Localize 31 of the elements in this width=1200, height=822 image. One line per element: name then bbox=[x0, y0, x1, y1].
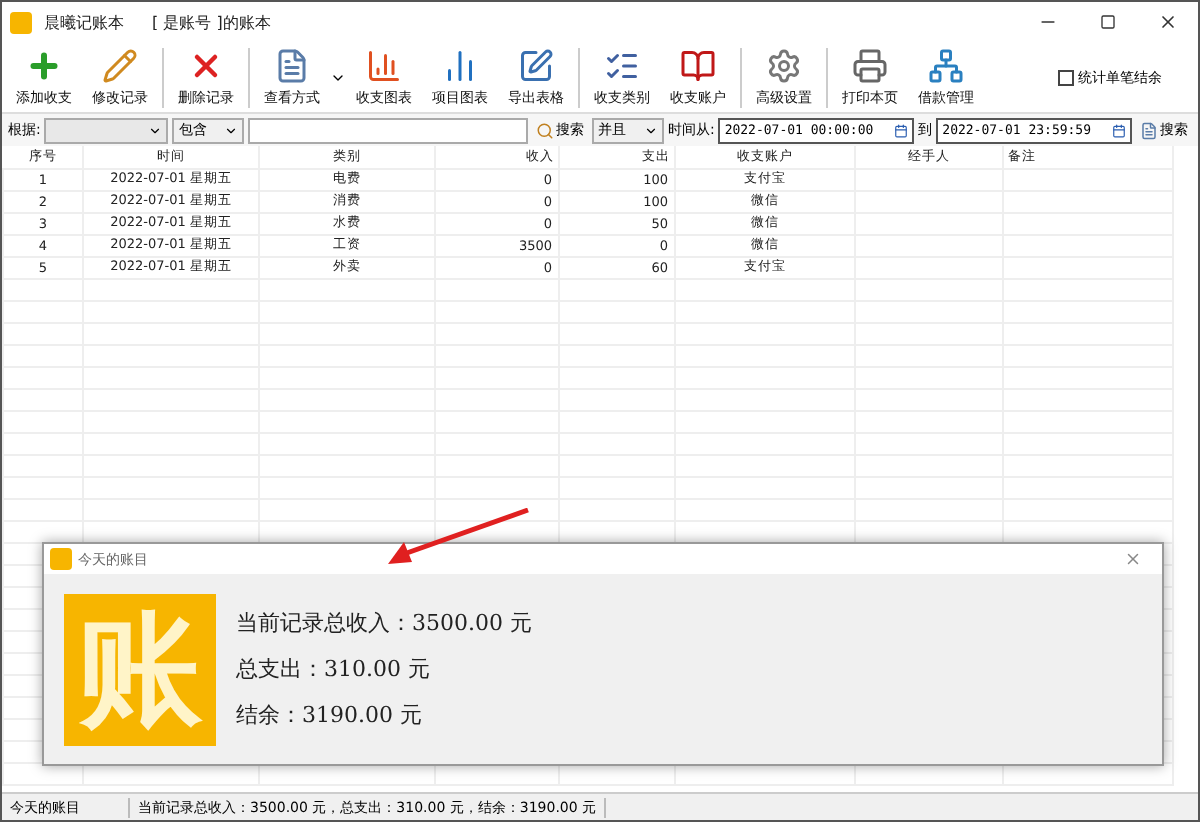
bar-chart-icon bbox=[366, 47, 402, 83]
summary-line: 当前记录总收入：3500.00 元 bbox=[236, 608, 532, 638]
edit-form-icon bbox=[518, 47, 554, 83]
close-icon bbox=[1123, 550, 1141, 568]
calendar-icon bbox=[894, 123, 909, 137]
bar-chart-icon bbox=[442, 47, 478, 83]
calendar-icon bbox=[1112, 123, 1126, 137]
logo-character: 账 bbox=[64, 593, 216, 745]
plus-icon bbox=[26, 47, 62, 83]
chevron-down-icon bbox=[224, 123, 239, 137]
document-search-icon bbox=[1140, 121, 1158, 139]
close-icon bbox=[1158, 12, 1178, 32]
chevron-down-icon bbox=[643, 123, 658, 137]
summary-line: 结余：3190.00 元 bbox=[236, 700, 424, 730]
app-title: 晨曦记账本 bbox=[44, 11, 124, 33]
book-title: [ 是账号 ]的账本 bbox=[152, 11, 271, 33]
chevron-down-icon bbox=[148, 123, 163, 137]
app-icon bbox=[50, 548, 72, 570]
network-icon bbox=[928, 47, 964, 83]
field-dropdown[interactable] bbox=[44, 117, 169, 143]
search-icon bbox=[536, 121, 554, 139]
settings-icon bbox=[766, 47, 802, 83]
pencil-icon bbox=[102, 47, 138, 83]
document-icon bbox=[274, 47, 310, 83]
maximize-icon bbox=[1100, 14, 1116, 30]
printer-icon bbox=[852, 47, 888, 83]
app-icon bbox=[10, 11, 32, 33]
book-icon bbox=[680, 47, 716, 83]
search-field[interactable] bbox=[248, 117, 528, 143]
annotation-arrow bbox=[388, 508, 530, 566]
summary-line: 总支出：310.00 元 bbox=[236, 654, 432, 684]
